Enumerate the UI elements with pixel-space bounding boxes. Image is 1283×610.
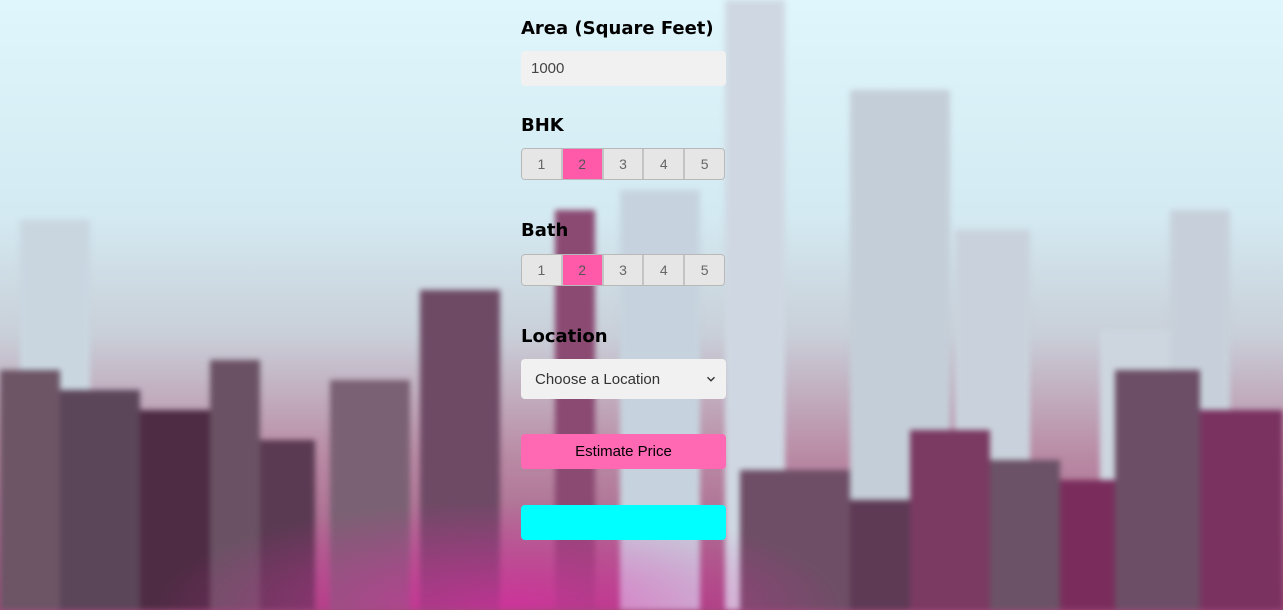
estimate-price-button[interactable]: Estimate Price (521, 434, 726, 469)
bhk-label: BHK (521, 115, 564, 136)
location-selected-value: Choose a Location (535, 370, 661, 388)
bath-selector: 1 2 3 4 5 (521, 254, 725, 286)
bhk-selector: 1 2 3 4 5 (521, 148, 725, 180)
location-dropdown[interactable]: Choose a Location (521, 359, 726, 399)
bath-option-4[interactable]: 4 (644, 255, 686, 285)
bhk-option-4[interactable]: 4 (644, 149, 686, 179)
chevron-down-icon (707, 376, 715, 382)
bhk-option-2[interactable]: 2 (562, 149, 604, 179)
area-input[interactable] (521, 51, 726, 86)
bath-option-5[interactable]: 5 (685, 255, 724, 285)
bath-label: Bath (521, 220, 569, 241)
estimated-price-result (521, 505, 726, 540)
bhk-option-1[interactable]: 1 (522, 149, 563, 179)
bhk-option-5[interactable]: 5 (685, 149, 724, 179)
location-label: Location (521, 326, 608, 347)
area-label: Area (Square Feet) (521, 18, 714, 39)
bath-option-1[interactable]: 1 (522, 255, 563, 285)
bhk-option-3[interactable]: 3 (603, 149, 645, 179)
bath-option-3[interactable]: 3 (603, 255, 645, 285)
bath-option-2[interactable]: 2 (562, 255, 604, 285)
